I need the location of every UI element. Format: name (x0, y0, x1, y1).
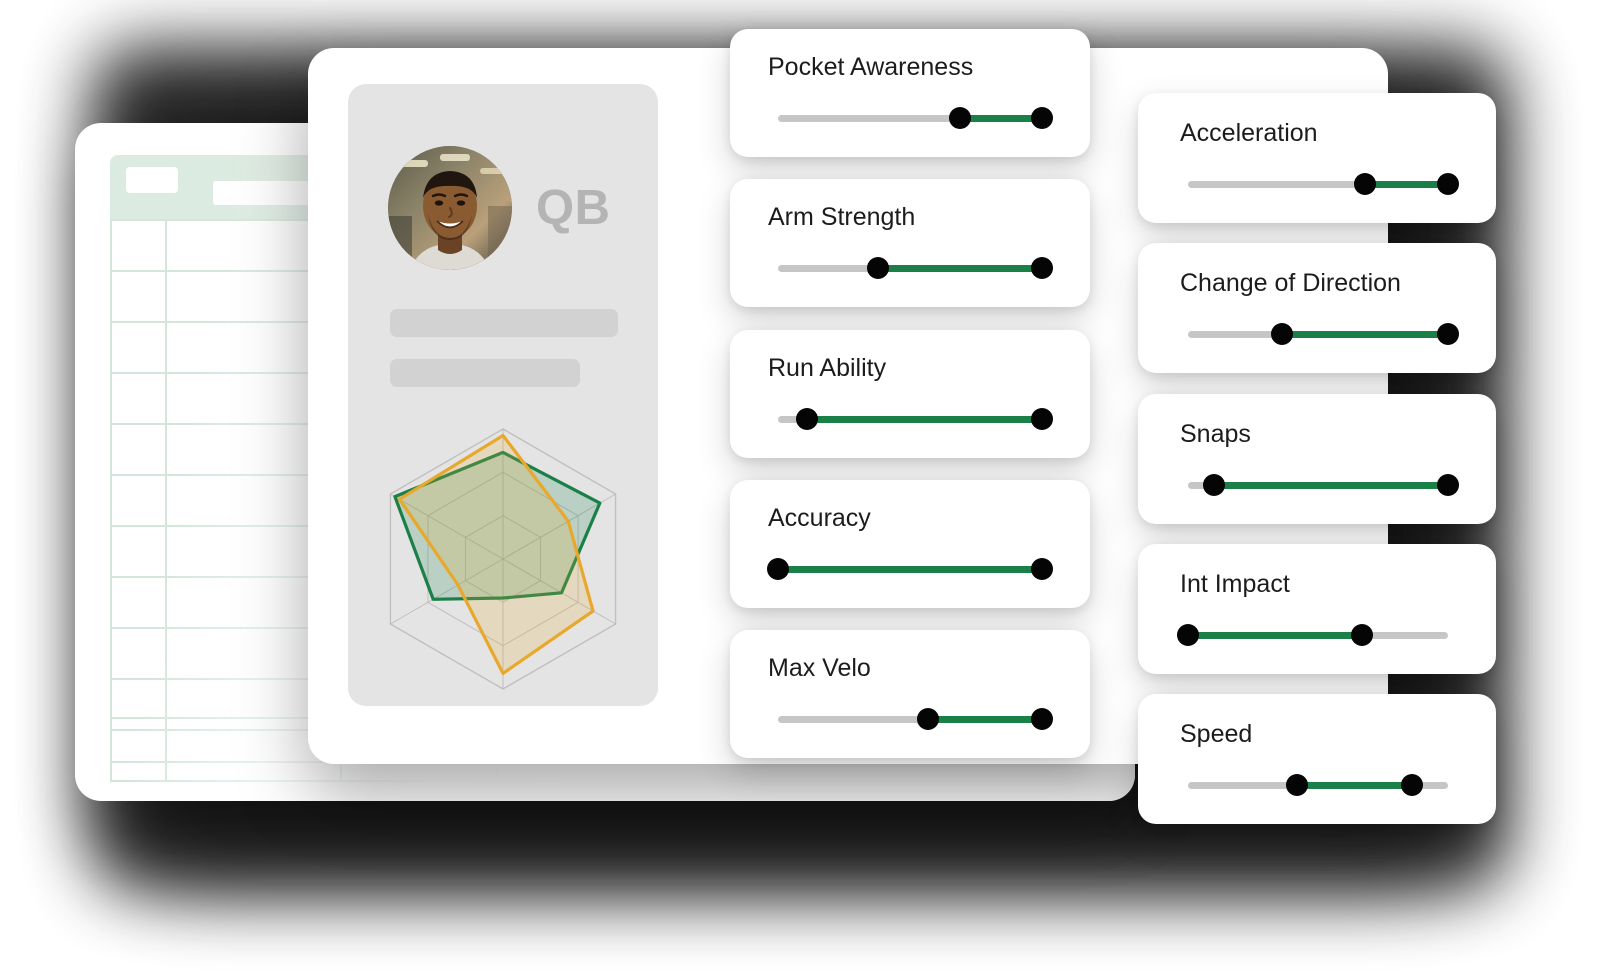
slider-thumb-min[interactable] (1286, 774, 1309, 796)
slider-thumb-max[interactable] (1351, 624, 1374, 646)
slider-fill (778, 566, 1042, 573)
slider-fill (807, 416, 1042, 423)
slider-thumb-min[interactable] (796, 408, 819, 430)
slider-thumb-max[interactable] (1031, 107, 1053, 129)
slider-thumb-max[interactable] (1437, 474, 1459, 496)
attribute-card[interactable]: Change of Direction (1138, 243, 1496, 373)
spreadsheet-cell (109, 627, 168, 680)
attribute-card[interactable]: Max Velo (730, 630, 1090, 758)
attribute-range-slider[interactable] (778, 408, 1053, 430)
attribute-range-slider[interactable] (1177, 624, 1448, 646)
player-position-label: QB (536, 181, 611, 235)
spreadsheet-cell (109, 270, 168, 323)
spreadsheet-cell (109, 423, 168, 476)
spreadsheet-cell (109, 372, 168, 425)
attribute-card[interactable]: Acceleration (1138, 93, 1496, 223)
slider-thumb-max[interactable] (1031, 408, 1053, 430)
attribute-card[interactable]: Arm Strength (730, 179, 1090, 307)
attribute-range-slider[interactable] (1188, 774, 1448, 796)
composite-scene: QB Pocket Awareness Arm Strength Run Abili… (0, 0, 1611, 975)
attribute-label: Speed (1180, 720, 1253, 748)
spreadsheet-cell (109, 576, 168, 629)
spreadsheet-header-chip (126, 167, 178, 193)
spreadsheet-cell (109, 474, 168, 527)
slider-thumb-max[interactable] (1400, 774, 1423, 796)
slider-thumb-max[interactable] (1437, 323, 1459, 345)
slider-thumb-min[interactable] (1353, 173, 1376, 195)
attribute-label: Pocket Awareness (768, 53, 974, 81)
placeholder-name-bar (390, 309, 618, 337)
attribute-label: Arm Strength (768, 203, 916, 231)
placeholder-meta-bar (390, 359, 580, 387)
slider-thumb-max[interactable] (1031, 257, 1053, 279)
slider-thumb-min[interactable] (867, 257, 890, 279)
attribute-card[interactable]: Run Ability (730, 330, 1090, 458)
slider-thumb-min[interactable] (767, 558, 789, 580)
spreadsheet-cell (109, 525, 168, 578)
slider-thumb-min[interactable] (949, 107, 972, 129)
attribute-label: Acceleration (1180, 119, 1318, 147)
slider-thumb-max[interactable] (1437, 173, 1459, 195)
attribute-label: Int Impact (1180, 570, 1290, 598)
attribute-card[interactable]: Int Impact (1138, 544, 1496, 674)
attribute-range-slider[interactable] (1188, 173, 1459, 195)
slider-thumb-min[interactable] (1270, 323, 1293, 345)
slider-fill (1281, 331, 1448, 338)
attribute-card[interactable]: Snaps (1138, 394, 1496, 524)
slider-fill (928, 716, 1042, 723)
slider-fill (878, 265, 1042, 272)
attribute-range-slider[interactable] (778, 107, 1053, 129)
slider-fill (1188, 632, 1363, 639)
attribute-range-slider[interactable] (778, 708, 1053, 730)
attribute-range-slider[interactable] (778, 257, 1053, 279)
attribute-label: Run Ability (768, 354, 887, 382)
slider-thumb-min[interactable] (1177, 624, 1199, 646)
slider-fill (1214, 482, 1448, 489)
spreadsheet-cell (109, 321, 168, 374)
attribute-card[interactable]: Pocket Awareness (730, 29, 1090, 157)
attribute-label: Snaps (1180, 420, 1251, 448)
attribute-card[interactable]: Speed (1138, 694, 1496, 824)
slider-thumb-max[interactable] (1031, 558, 1053, 580)
slider-fill (1297, 782, 1412, 789)
attribute-label: Max Velo (768, 654, 871, 682)
slider-thumb-min[interactable] (917, 708, 940, 730)
slider-fill (1364, 181, 1448, 188)
slider-thumb-min[interactable] (1203, 474, 1225, 496)
player-profile-block: QB (348, 84, 658, 706)
attribute-card[interactable]: Accuracy (730, 480, 1090, 608)
slider-fill (960, 115, 1042, 122)
spreadsheet-cell (109, 219, 168, 272)
radar-chart (366, 414, 641, 704)
attribute-label: Accuracy (768, 504, 871, 532)
attribute-range-slider[interactable] (1188, 323, 1459, 345)
attribute-range-slider[interactable] (767, 558, 1053, 580)
attribute-range-slider[interactable] (1188, 474, 1459, 496)
attribute-label: Change of Direction (1180, 269, 1401, 297)
slider-thumb-max[interactable] (1031, 708, 1053, 730)
avatar (388, 146, 512, 270)
